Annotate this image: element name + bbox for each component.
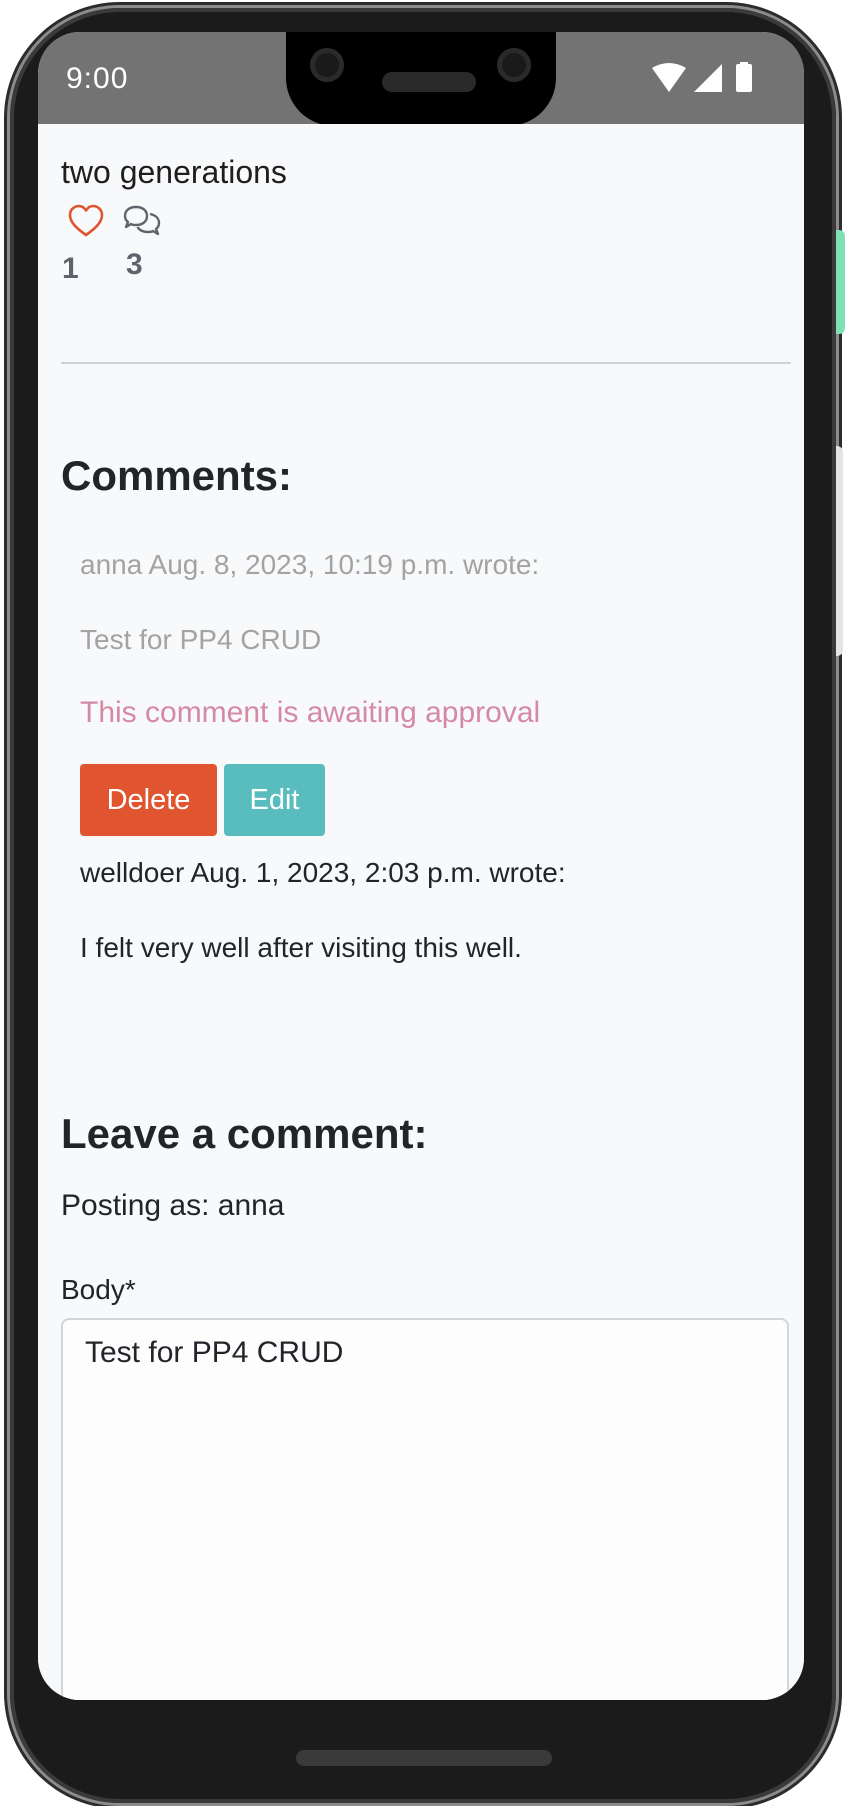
posting-as-text: Posting as: anna xyxy=(61,1189,285,1222)
wifi-icon xyxy=(652,63,686,92)
heart-outline-icon[interactable] xyxy=(68,204,104,238)
earpiece-speaker xyxy=(382,72,476,92)
post-detail-content: two generations 1 3 Comments: anna Aug. … xyxy=(38,124,804,1700)
camera-notch xyxy=(286,32,556,126)
status-icons xyxy=(652,62,752,92)
front-camera-icon xyxy=(310,48,344,82)
comment-meta: anna Aug. 8, 2023, 10:19 p.m. wrote: xyxy=(80,549,540,580)
delete-comment-button[interactable]: Delete xyxy=(80,764,217,836)
home-indicator xyxy=(296,1750,552,1766)
page: 9:00 two generations 1 3 Comments: anna … xyxy=(0,0,854,1806)
edit-comment-button[interactable]: Edit xyxy=(224,764,325,836)
power-button[interactable] xyxy=(836,230,845,334)
approval-status: This comment is awaiting approval xyxy=(80,696,541,729)
phone-screen: 9:00 two generations 1 3 Comments: anna … xyxy=(38,32,804,1700)
chat-bubbles-icon xyxy=(123,205,161,236)
section-divider xyxy=(61,362,791,364)
comment-count: 3 xyxy=(126,248,143,281)
status-bar: 9:00 xyxy=(38,32,804,126)
post-text: two generations xyxy=(61,154,287,190)
comment-meta: welldoer Aug. 1, 2023, 2:03 p.m. wrote: xyxy=(80,857,566,888)
comments-heading: Comments: xyxy=(61,452,293,499)
comment-body: I felt very well after visiting this wel… xyxy=(80,932,522,963)
comment-body: Test for PP4 CRUD xyxy=(80,624,322,655)
comment-body-textarea[interactable]: Test for PP4 CRUD xyxy=(61,1318,789,1700)
volume-button[interactable] xyxy=(836,446,843,656)
cell-signal-icon xyxy=(694,64,722,92)
like-count: 1 xyxy=(62,252,79,285)
battery-icon xyxy=(736,64,752,92)
leave-comment-heading: Leave a comment: xyxy=(61,1110,428,1157)
body-label: Body* xyxy=(61,1274,136,1305)
status-time: 9:00 xyxy=(66,62,129,95)
front-sensor-icon xyxy=(497,48,531,82)
